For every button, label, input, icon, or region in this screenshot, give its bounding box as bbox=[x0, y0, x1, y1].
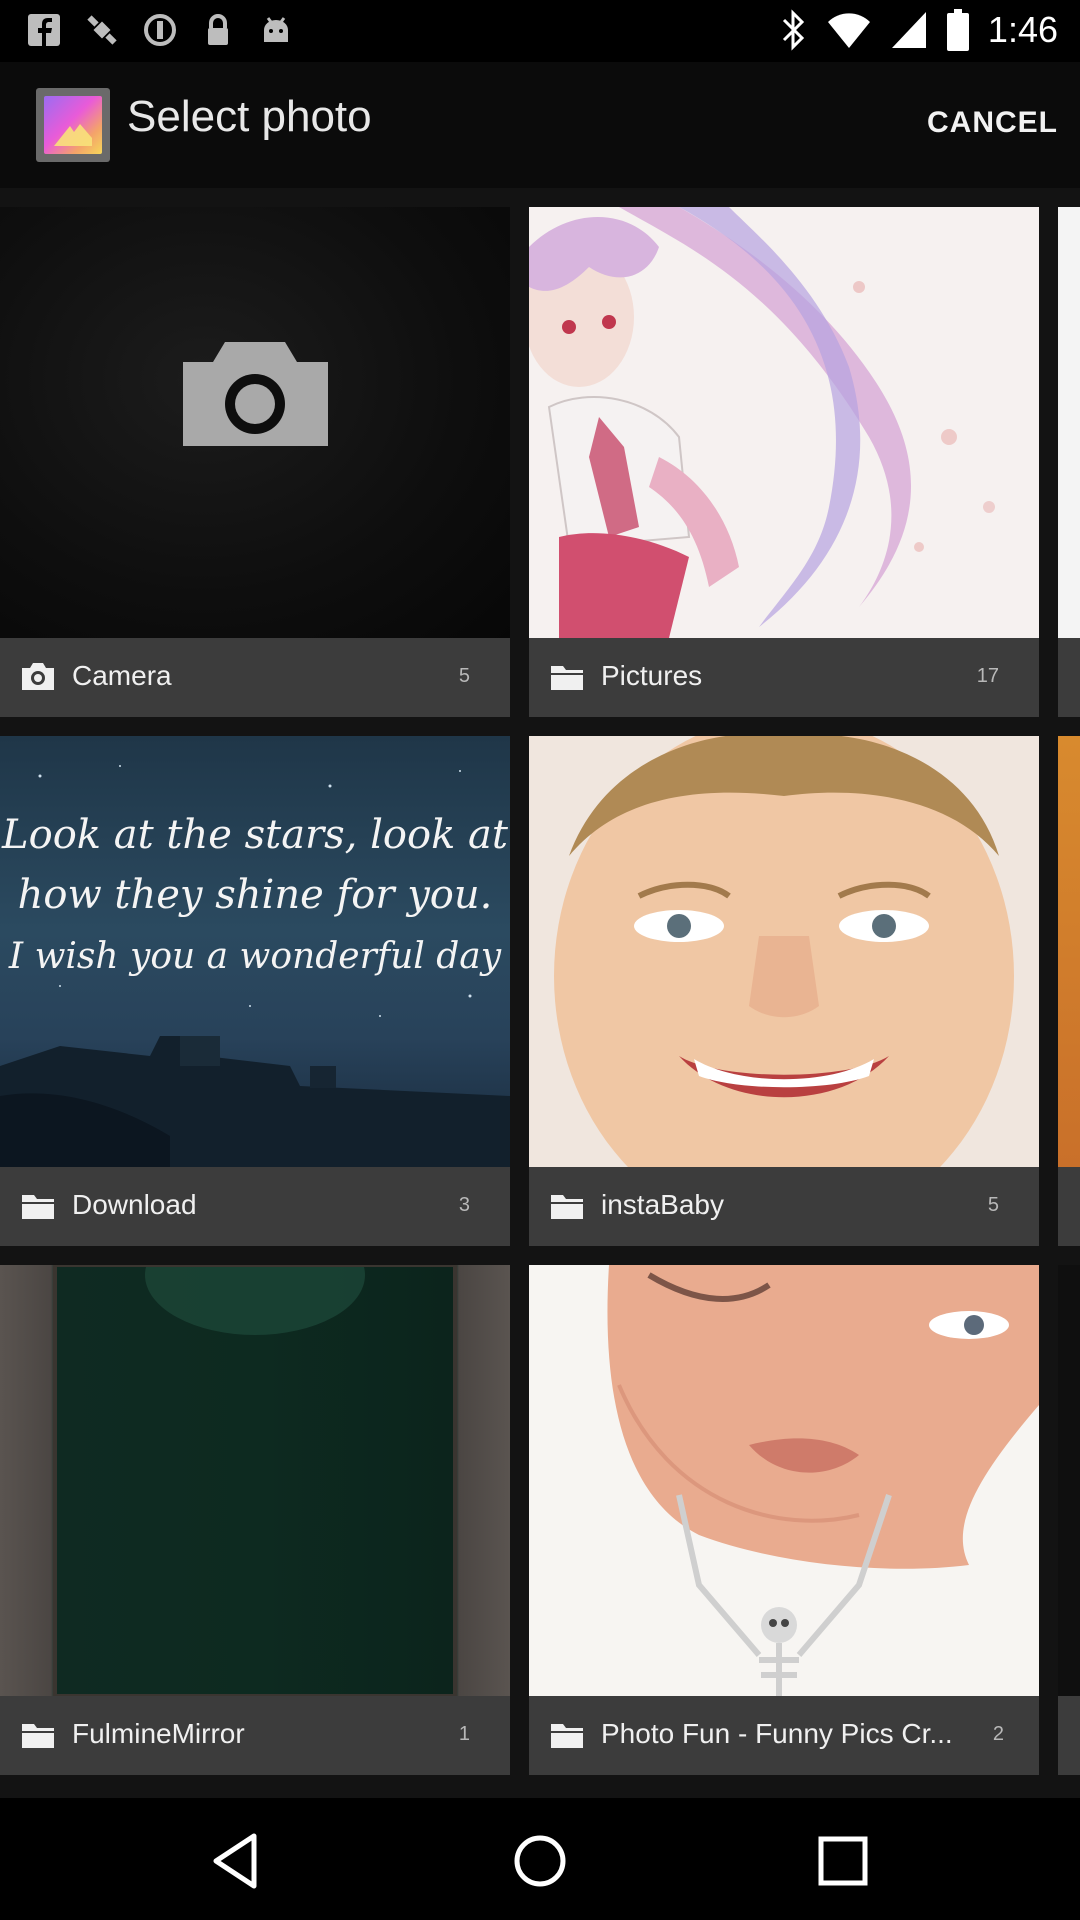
album-count: 5 bbox=[987, 1194, 999, 1216]
album-caption: instaBaby 5 bbox=[529, 1167, 1039, 1246]
status-time: 1:46 bbox=[987, 9, 1058, 50]
gps-satellite-icon bbox=[87, 15, 117, 45]
quote-line: how they shine for you. bbox=[18, 872, 493, 918]
album-name: Photo Fun - Funny Pics Cr... bbox=[601, 1718, 953, 1749]
album-count: 17 bbox=[976, 665, 999, 687]
album-tile-fulminemirror[interactable]: FulmineMirror 1 bbox=[0, 1265, 510, 1775]
battery-icon bbox=[946, 9, 969, 51]
album-name: Download bbox=[72, 1189, 197, 1220]
album-tile-partial[interactable] bbox=[1058, 1265, 1080, 1775]
album-count: 2 bbox=[992, 1723, 1004, 1745]
page-title: Select photo bbox=[127, 92, 372, 141]
album-caption: FulmineMirror 1 bbox=[0, 1696, 510, 1775]
facebook-icon bbox=[28, 14, 60, 46]
back-icon[interactable] bbox=[202, 1826, 272, 1896]
quote-line: Look at the stars, look at bbox=[1, 812, 509, 858]
gallery-app-icon bbox=[36, 88, 110, 162]
album-name: Pictures bbox=[601, 660, 703, 691]
album-tile-download[interactable]: Look at the stars, look at how they shin… bbox=[0, 736, 510, 1246]
funny-face-image bbox=[607, 1265, 1039, 1696]
album-grid[interactable]: Camera 5 Pictures 17 Look at the stars, … bbox=[0, 188, 1080, 1798]
cancel-button[interactable]: CANCEL bbox=[927, 106, 1058, 140]
album-tile-partial[interactable] bbox=[1058, 736, 1080, 1246]
camera-icon bbox=[22, 663, 54, 690]
camera-placeholder-icon bbox=[183, 342, 328, 446]
folder-icon bbox=[22, 1195, 54, 1219]
album-count: 1 bbox=[458, 1723, 470, 1745]
album-thumbnail bbox=[529, 1265, 1039, 1696]
signal-icon bbox=[891, 12, 926, 48]
bluetooth-icon bbox=[782, 9, 805, 51]
home-icon[interactable] bbox=[505, 1826, 575, 1896]
folder-icon bbox=[551, 1195, 583, 1219]
album-tile-partial[interactable] bbox=[1058, 207, 1080, 717]
album-count: 5 bbox=[458, 665, 470, 687]
lock-icon bbox=[208, 14, 228, 45]
navigation-bar bbox=[0, 1798, 1080, 1920]
album-name: FulmineMirror bbox=[72, 1718, 245, 1749]
album-tile-pictures[interactable]: Pictures 17 bbox=[529, 207, 1039, 717]
quote-line: I wish you a wonderful day bbox=[8, 936, 502, 977]
quote-image: Look at the stars, look at how they shin… bbox=[0, 765, 510, 1167]
album-thumbnail bbox=[529, 207, 1039, 638]
action-bar: Select photo CANCEL bbox=[0, 62, 1080, 188]
folder-icon bbox=[22, 1724, 54, 1748]
album-tile-camera[interactable]: Camera 5 bbox=[0, 207, 510, 717]
album-tile-instababy[interactable]: instaBaby 5 bbox=[529, 736, 1039, 1246]
album-thumbnail bbox=[529, 736, 1039, 1236]
album-count: 3 bbox=[458, 1194, 470, 1216]
wifi-icon bbox=[827, 13, 870, 49]
album-caption: Photo Fun - Funny Pics Cr... 2 bbox=[529, 1696, 1039, 1775]
smiling-face-image bbox=[529, 736, 1039, 1236]
album-thumbnail bbox=[0, 207, 510, 638]
anime-girl-image bbox=[529, 207, 995, 638]
album-tile-photo-fun[interactable]: Photo Fun - Funny Pics Cr... 2 bbox=[529, 1265, 1039, 1775]
album-name: Camera bbox=[72, 660, 172, 691]
recents-icon[interactable] bbox=[808, 1826, 878, 1896]
status-bar: 1:46 bbox=[0, 0, 1080, 62]
album-caption: Camera 5 bbox=[0, 638, 510, 717]
album-thumbnail: Look at the stars, look at how they shin… bbox=[0, 736, 510, 1167]
album-name: instaBaby bbox=[601, 1189, 724, 1220]
sync-icon bbox=[144, 14, 176, 46]
album-thumbnail bbox=[0, 1265, 510, 1698]
folder-icon bbox=[551, 666, 583, 690]
mirror-image bbox=[53, 1265, 457, 1698]
folder-icon bbox=[551, 1724, 583, 1748]
album-caption: Download 3 bbox=[0, 1167, 510, 1246]
android-icon bbox=[264, 17, 288, 42]
album-caption: Pictures 17 bbox=[529, 638, 1039, 717]
